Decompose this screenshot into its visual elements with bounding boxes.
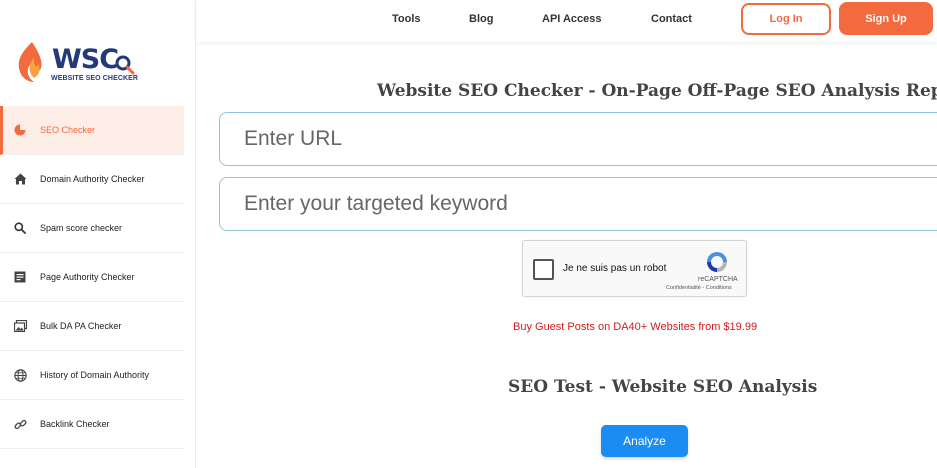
sidebar-item-label: History of Domain Authority <box>40 370 150 380</box>
image-stack-icon <box>13 319 27 333</box>
sidebar-item-label: Spam score checker <box>40 223 123 233</box>
sidebar-nav: SEO Checker Domain Authority Checker Spa… <box>0 106 184 449</box>
globe-icon <box>13 368 27 382</box>
sidebar-item-label: SEO Checker <box>40 125 96 135</box>
signup-button[interactable]: Sign Up <box>839 2 933 35</box>
url-input[interactable] <box>219 112 937 166</box>
recaptcha-links[interactable]: Confidentialité - Conditions <box>666 285 732 291</box>
nav-link-api-access[interactable]: API Access <box>542 13 602 25</box>
flame-icon <box>18 42 42 82</box>
home-icon <box>13 172 27 186</box>
sidebar-item-label: Page Authority Checker <box>40 272 135 282</box>
nav-link-blog[interactable]: Blog <box>469 13 493 25</box>
sidebar-item-backlink-checker[interactable]: Backlink Checker <box>0 400 184 449</box>
keyword-input[interactable] <box>219 177 937 231</box>
page-title: Website SEO Checker - On-Page Off-Page S… <box>377 81 937 101</box>
document-icon <box>13 270 27 284</box>
magnifier-logo-icon <box>115 55 135 75</box>
logo[interactable]: WSC WEBSITE SEO CHECKER <box>14 40 144 86</box>
sidebar-item-domain-history[interactable]: History of Domain Authority <box>0 351 184 400</box>
recaptcha-checkbox[interactable] <box>533 259 554 280</box>
login-button[interactable]: Log In <box>741 3 831 35</box>
link-icon <box>13 417 27 431</box>
recaptcha-widget: Je ne suis pas un robot reCAPTCHA Confid… <box>522 240 747 297</box>
guest-post-promo-link[interactable]: Buy Guest Posts on DA40+ Websites from $… <box>513 321 757 333</box>
search-icon <box>13 221 27 235</box>
sidebar-item-bulk-da-pa[interactable]: Bulk DA PA Checker <box>0 302 184 351</box>
sidebar: WSC WEBSITE SEO CHECKER SEO Checker Doma… <box>0 0 196 468</box>
recaptcha-label: Je ne suis pas un robot <box>563 263 667 274</box>
sidebar-item-seo-checker[interactable]: SEO Checker <box>0 106 184 155</box>
sidebar-item-spam-score[interactable]: Spam score checker <box>0 204 184 253</box>
logo-text: WSC <box>52 44 119 75</box>
nav-link-contact[interactable]: Contact <box>651 13 692 25</box>
recaptcha-logo-icon <box>707 252 727 272</box>
recaptcha-brand: reCAPTCHA <box>698 276 738 283</box>
sidebar-item-page-authority[interactable]: Page Authority Checker <box>0 253 184 302</box>
nav-link-tools[interactable]: Tools <box>392 13 421 25</box>
sidebar-item-domain-authority[interactable]: Domain Authority Checker <box>0 155 184 204</box>
pie-chart-icon <box>13 123 27 137</box>
sidebar-item-label: Domain Authority Checker <box>40 174 145 184</box>
analyze-button[interactable]: Analyze <box>601 425 688 457</box>
logo-tagline: WEBSITE SEO CHECKER <box>51 75 139 82</box>
sidebar-item-label: Bulk DA PA Checker <box>40 321 122 331</box>
sidebar-item-label: Backlink Checker <box>40 419 110 429</box>
section-title: SEO Test - Website SEO Analysis <box>508 377 818 397</box>
